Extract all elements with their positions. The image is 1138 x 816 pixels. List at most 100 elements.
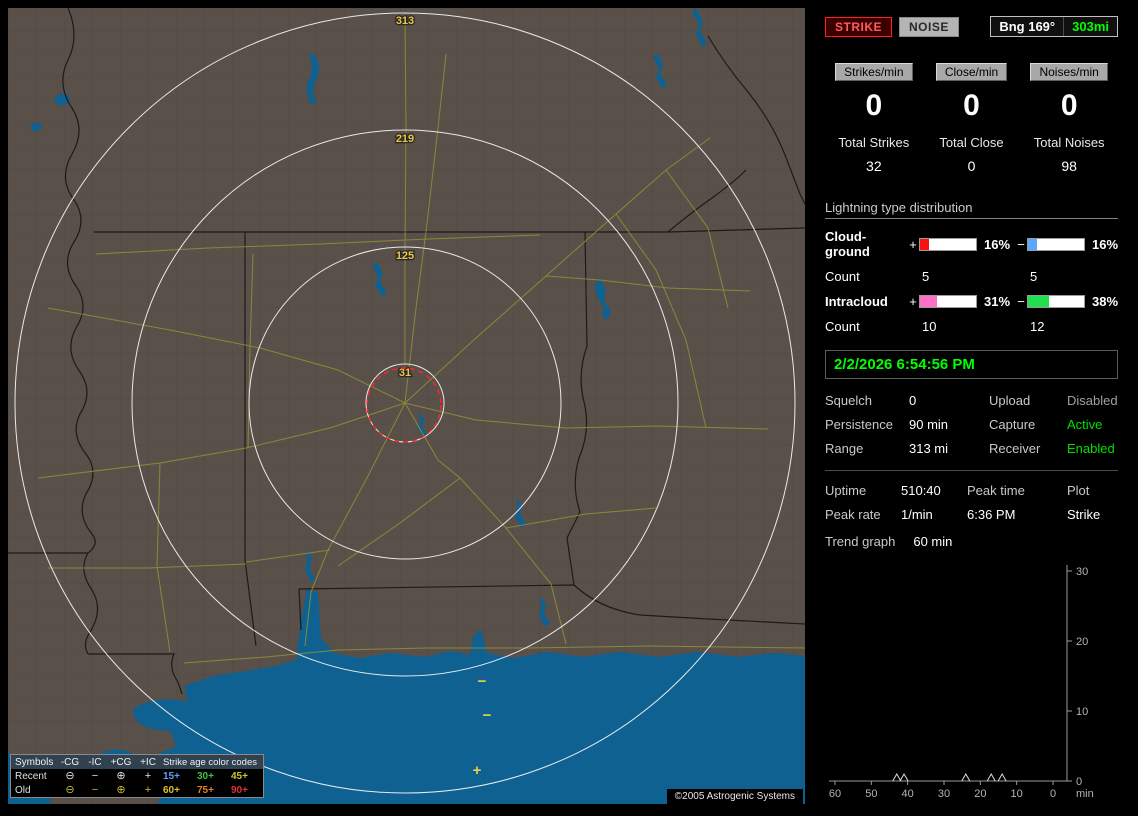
age-badge: 90+ xyxy=(231,784,248,796)
uptime-value: 510:40 xyxy=(901,483,941,498)
range-ring-label-125: 125 xyxy=(396,250,414,262)
strike-symbol: + xyxy=(473,762,482,779)
intracloud-row: Intracloud + 31% − 38% xyxy=(825,294,1118,309)
receiver-settings: Squelch 0 Upload Disabled Persistence 90… xyxy=(825,393,1118,471)
cloud-ground-count-row: Count 5 5 xyxy=(825,269,1118,284)
total-noises-value: 98 xyxy=(1061,158,1077,174)
trend-x-unit-label: min xyxy=(1076,788,1094,800)
range-ring-label-313: 313 xyxy=(396,15,414,27)
session-stats: Uptime 510:40 Peak time Plot Peak rate 1… xyxy=(825,483,1118,522)
lightning-type-distribution: Lightning type distribution Cloud-ground… xyxy=(825,200,1118,334)
receiver-label: Receiver xyxy=(989,441,1041,456)
trend-y-tick-label: 0 xyxy=(1076,776,1082,788)
pos-ic-symbol-icon: + xyxy=(144,783,152,796)
pos-ic-symbol-icon: + xyxy=(144,769,152,782)
count-label: Count xyxy=(825,269,860,284)
legend-header: Symbols -CG -IC +CG +IC Strike age color… xyxy=(11,755,263,769)
top-bar: STRIKE NOISE Bng 169° 303mi xyxy=(825,16,1118,37)
datetime-box: 2/2/2026 6:54:56 PM xyxy=(825,350,1118,379)
map-panel: 313 219 125 31 − − + Symbols -CG -IC +CG +… xyxy=(8,8,805,804)
distance-value: 303mi xyxy=(1063,17,1117,36)
noise-indicator-button[interactable]: NOISE xyxy=(899,16,959,37)
cg-minus-bar-fill xyxy=(1028,238,1037,250)
age-badge: 75+ xyxy=(197,784,214,796)
trend-spike xyxy=(986,772,996,782)
ic-plus-percent: 31% xyxy=(984,294,1011,309)
uptime-label: Uptime xyxy=(825,483,867,498)
cg-minus-count: 5 xyxy=(1030,269,1038,284)
legend-ages-old: 60+ 75+ 90+ xyxy=(161,785,263,796)
cg-minus-percent: 16% xyxy=(1092,236,1119,252)
trend-y-tick-label: 30 xyxy=(1076,566,1088,578)
intracloud-count-row: Count 10 12 xyxy=(825,319,1118,334)
ic-minus-bar xyxy=(1027,295,1085,308)
map-svg: 313 219 125 31 −−+ xyxy=(8,8,805,804)
total-noises-label: Total Noises xyxy=(1033,135,1105,150)
peak-time-value: 6:36 PM xyxy=(967,507,1016,522)
total-strikes-label: Total Strikes xyxy=(838,135,910,150)
cg-plus-percent: 16% xyxy=(984,236,1011,252)
close-counter: Close/min 0 Total Close 0 xyxy=(923,63,1021,174)
age-badge: 45+ xyxy=(231,770,248,782)
cg-plus-bar xyxy=(919,237,977,251)
legend-col-neg-cg: -CG xyxy=(60,756,80,768)
distribution-header: Lightning type distribution xyxy=(825,200,1118,219)
bearing-value: Bng 169° xyxy=(999,19,1056,34)
squelch-value: 0 xyxy=(909,393,917,408)
intracloud-label: Intracloud xyxy=(825,294,888,309)
plot-value: Strike xyxy=(1067,507,1101,522)
trend-x-tick-label: 30 xyxy=(938,788,950,800)
age-badge: 15+ xyxy=(163,770,180,782)
legend-col-pos-ic: +IC xyxy=(140,756,156,768)
legend-col-pos-cg: +CG xyxy=(110,756,132,768)
range-label: Range xyxy=(825,441,864,456)
legend-row-label: Recent xyxy=(15,770,47,782)
upload-label: Upload xyxy=(989,393,1031,408)
ic-plus-bar xyxy=(919,295,977,308)
strike-symbol: − xyxy=(478,673,487,690)
capture-status: Active xyxy=(1067,417,1103,432)
minus-sign: − xyxy=(1017,236,1025,252)
trend-graph-label: Trend graph xyxy=(825,534,896,549)
legend-symbols-header: Symbols xyxy=(15,756,54,768)
ic-plus-bar-fill xyxy=(920,296,938,307)
squelch-label: Squelch xyxy=(825,393,872,408)
legend-row-recent: Recent ⊖ − ⊕ + 15+ 30+ 45+ xyxy=(11,769,263,783)
neg-cg-symbol-icon: ⊖ xyxy=(65,769,75,782)
plot-label: Plot xyxy=(1067,483,1090,498)
current-datetime: 2/2/2026 6:54:56 PM xyxy=(834,356,975,373)
trend-y-tick-label: 10 xyxy=(1076,706,1088,718)
minus-sign: − xyxy=(1017,294,1025,309)
cg-plus-count: 5 xyxy=(922,269,930,284)
cg-plus-bar-fill xyxy=(920,238,929,250)
ic-minus-percent: 38% xyxy=(1092,294,1119,309)
receiver-status: Enabled xyxy=(1067,441,1115,456)
rate-counters: Strikes/min 0 Total Strikes 32 Close/min… xyxy=(825,63,1118,174)
peak-rate-value: 1/min xyxy=(901,507,933,522)
status-side-panel: STRIKE NOISE Bng 169° 303mi Strikes/min … xyxy=(813,8,1130,804)
noises-per-min-value: 0 xyxy=(1060,89,1078,122)
trend-graph-header: Trend graph 60 min xyxy=(825,534,1118,549)
trend-spike xyxy=(997,772,1007,782)
plus-sign: + xyxy=(909,236,917,252)
strike-legend: Symbols -CG -IC +CG +IC Strike age color… xyxy=(10,754,264,798)
bearing-distance-box: Bng 169° 303mi xyxy=(990,16,1118,37)
trend-x-tick-label: 20 xyxy=(974,788,986,800)
copyright-text: ©2005 Astrogenic Systems xyxy=(666,789,803,804)
neg-ic-symbol-icon: − xyxy=(91,783,99,796)
noises-counter: Noises/min 0 Total Noises 98 xyxy=(1020,63,1118,174)
total-strikes-value: 32 xyxy=(866,158,882,174)
range-ring-label-219: 219 xyxy=(396,133,414,145)
plus-sign: + xyxy=(909,294,917,309)
cg-minus-bar xyxy=(1027,237,1085,251)
trend-spike xyxy=(892,772,902,782)
strike-indicator-button[interactable]: STRIKE xyxy=(825,16,893,37)
trend-y-tick-label: 20 xyxy=(1076,636,1088,648)
legend-row-label: Old xyxy=(15,784,31,796)
pos-cg-symbol-icon: ⊕ xyxy=(116,769,126,782)
legend-row-old: Old ⊖ − ⊕ + 60+ 75+ 90+ xyxy=(11,783,263,797)
upload-status: Disabled xyxy=(1067,393,1118,408)
neg-cg-symbol-icon: ⊖ xyxy=(65,783,75,796)
trend-spike xyxy=(961,772,971,782)
count-label: Count xyxy=(825,319,860,334)
